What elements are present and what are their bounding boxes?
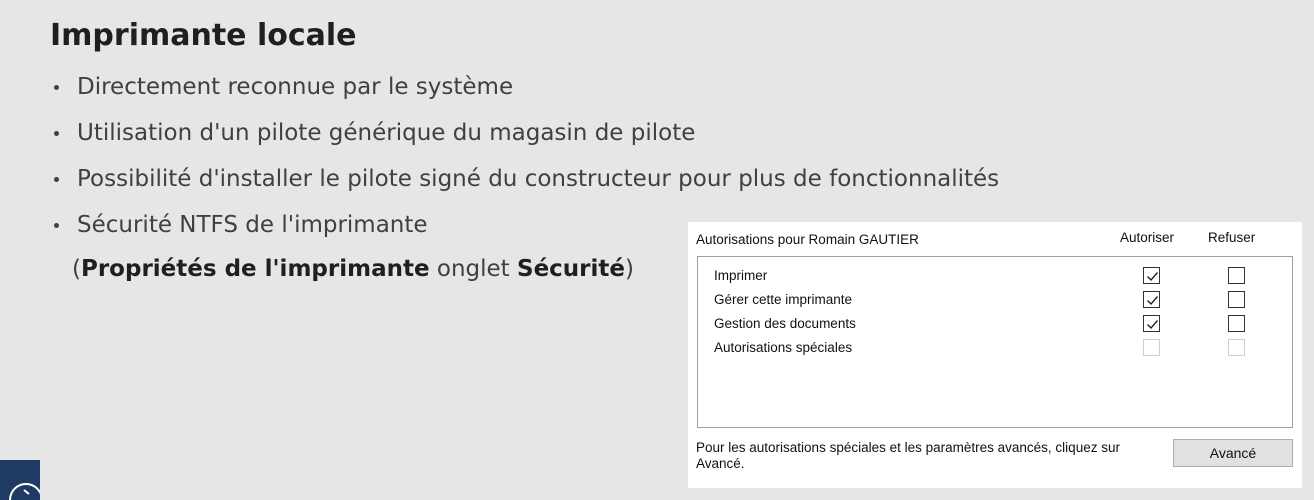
advanced-hint-text: Pour les autorisations spéciales et les … bbox=[696, 440, 1120, 471]
subline-mid: onglet bbox=[429, 256, 517, 282]
permission-row-special: Autorisations spéciales bbox=[698, 337, 1292, 361]
column-header-deny: Refuser bbox=[1208, 230, 1256, 245]
bullet-item: Utilisation d'un pilote générique du mag… bbox=[52, 116, 999, 162]
subline-bold-security: Sécurité bbox=[517, 256, 625, 282]
permission-row-manage-printer: Gérer cette imprimante bbox=[698, 289, 1292, 313]
navigation-icon bbox=[9, 483, 40, 500]
column-header-allow: Autoriser bbox=[1120, 230, 1175, 245]
permission-row-manage-documents: Gestion des documents bbox=[698, 313, 1292, 337]
permission-label: Autorisations spéciales bbox=[714, 340, 853, 355]
corner-navigation-button[interactable] bbox=[0, 460, 40, 500]
checkmark-icon bbox=[1147, 296, 1159, 306]
slide-title: Imprimante locale bbox=[50, 18, 357, 53]
deny-checkbox-disabled bbox=[1228, 339, 1245, 356]
bullet-item: Possibilité d'installer le pilote signé … bbox=[52, 162, 999, 208]
bullet-text: Utilisation d'un pilote générique du mag… bbox=[77, 120, 696, 146]
bullet-text: Possibilité d'installer le pilote signé … bbox=[77, 166, 1000, 192]
bullet-dot-icon bbox=[54, 223, 59, 228]
bullet-dot-icon bbox=[54, 131, 59, 136]
advanced-button[interactable]: Avancé bbox=[1173, 439, 1293, 467]
bullet-subline: (Propriétés de l'imprimante onglet Sécur… bbox=[72, 256, 634, 282]
permissions-panel: Autorisations pour Romain GAUTIER Autori… bbox=[688, 222, 1302, 488]
permissions-header: Autorisations pour Romain GAUTIER bbox=[696, 232, 919, 247]
subline-close: ) bbox=[625, 256, 634, 282]
deny-checkbox[interactable] bbox=[1228, 267, 1245, 284]
allow-checkbox[interactable] bbox=[1143, 267, 1160, 284]
bullet-text: Directement reconnue par le système bbox=[77, 74, 514, 100]
permission-label: Imprimer bbox=[714, 268, 768, 283]
subline-bold-properties: Propriétés de l'imprimante bbox=[80, 256, 430, 282]
bullet-text: Sécurité NTFS de l'imprimante bbox=[77, 212, 428, 238]
deny-checkbox[interactable] bbox=[1228, 315, 1245, 332]
allow-checkbox[interactable] bbox=[1143, 315, 1160, 332]
permission-row-print: Imprimer bbox=[698, 265, 1292, 289]
subline-open: ( bbox=[72, 256, 81, 282]
bullet-dot-icon bbox=[54, 177, 59, 182]
permissions-list: Imprimer Gérer cette imprimante Gestion … bbox=[697, 256, 1293, 428]
deny-checkbox[interactable] bbox=[1228, 291, 1245, 308]
bullet-dot-icon bbox=[54, 85, 59, 90]
checkmark-icon bbox=[1147, 272, 1159, 282]
bullet-item: Directement reconnue par le système bbox=[52, 70, 999, 116]
allow-checkbox-disabled bbox=[1143, 339, 1160, 356]
checkmark-icon bbox=[1147, 320, 1159, 330]
permission-label: Gérer cette imprimante bbox=[714, 292, 853, 307]
permission-label: Gestion des documents bbox=[714, 316, 856, 331]
allow-checkbox[interactable] bbox=[1143, 291, 1160, 308]
